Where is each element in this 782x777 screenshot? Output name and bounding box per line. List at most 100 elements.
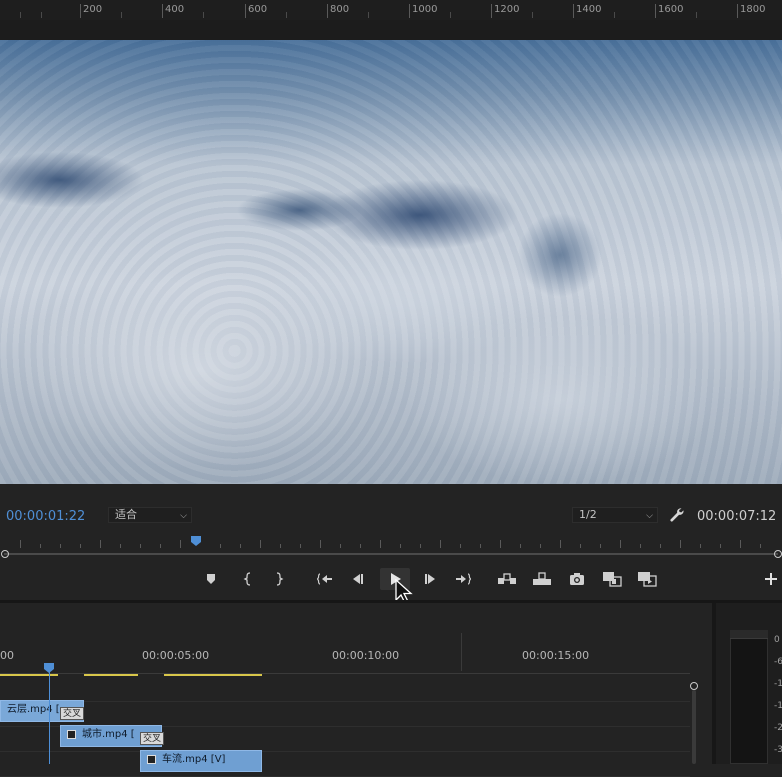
ruler-gutter bbox=[0, 20, 782, 40]
zoom-level-value: 适合 bbox=[115, 508, 137, 521]
scrub-tick bbox=[480, 544, 481, 548]
fx-badge-icon bbox=[147, 754, 156, 764]
scrub-tick bbox=[120, 544, 121, 548]
playback-resolution-select[interactable]: 1/2 ⌵ bbox=[572, 507, 658, 523]
add-button[interactable] bbox=[759, 568, 782, 590]
fx-badge-icon bbox=[67, 729, 76, 739]
timeline-playhead[interactable] bbox=[43, 662, 55, 674]
ruler-label: 200 bbox=[83, 4, 103, 15]
scrub-tick bbox=[360, 544, 361, 548]
scrub-tick bbox=[660, 544, 661, 548]
scrub-tick bbox=[560, 540, 561, 548]
zoom-level-select[interactable]: 适合 ⌵ bbox=[108, 507, 192, 523]
ruler-label: 600 bbox=[248, 4, 268, 15]
step-back-button[interactable] bbox=[346, 568, 370, 590]
timeline-time-label: 00:00:15:00 bbox=[522, 649, 590, 662]
scrub-tick bbox=[760, 544, 761, 548]
audio-meter-peak bbox=[730, 630, 768, 639]
track-row bbox=[0, 751, 690, 777]
scrub-tick bbox=[380, 540, 381, 548]
scrub-tick bbox=[340, 544, 341, 548]
ruler-label: 1200 bbox=[494, 4, 520, 15]
ruler-label: 1000 bbox=[412, 4, 438, 15]
scrub-tick bbox=[420, 544, 421, 548]
transition-tag[interactable]: 交叉 bbox=[140, 732, 165, 745]
ruler-minor-tick bbox=[203, 12, 204, 18]
plus-icon bbox=[765, 573, 777, 585]
ruler-minor-tick bbox=[368, 12, 369, 18]
overwrite-button[interactable] bbox=[530, 568, 554, 590]
mark-in-button[interactable] bbox=[236, 568, 260, 590]
ruler-tick bbox=[80, 4, 81, 18]
audio-meter bbox=[730, 630, 768, 764]
scrub-tick bbox=[620, 540, 621, 548]
scrub-tick bbox=[520, 544, 521, 548]
meter-label: -6 bbox=[774, 657, 782, 667]
timeline-time-label: 00:00:10:00 bbox=[332, 649, 400, 662]
wrench-icon[interactable] bbox=[668, 506, 686, 524]
ruler-tick bbox=[491, 4, 492, 18]
scrub-tick bbox=[40, 544, 41, 548]
overwrite-icon bbox=[533, 572, 551, 585]
go-to-out-button[interactable] bbox=[451, 568, 475, 590]
scrub-tick bbox=[140, 544, 141, 548]
meter-label: -2 bbox=[774, 723, 782, 733]
monitor-time-ruler[interactable] bbox=[0, 538, 782, 550]
comparison-view-button[interactable] bbox=[600, 568, 624, 590]
program-monitor-video[interactable] bbox=[0, 40, 782, 484]
scrub-tick bbox=[240, 544, 241, 548]
ruler-minor-tick bbox=[20, 12, 21, 18]
ruler-minor-tick bbox=[696, 12, 697, 18]
ruler-tick bbox=[655, 4, 656, 18]
monitor-playhead[interactable] bbox=[190, 535, 202, 547]
mark-out-icon bbox=[276, 572, 284, 586]
scrub-tick bbox=[60, 544, 61, 548]
comparison-view-icon bbox=[603, 572, 622, 587]
meter-label: 0 bbox=[774, 635, 780, 645]
scrub-tick bbox=[720, 544, 721, 548]
step-forward-icon bbox=[425, 574, 435, 584]
zoom-scroll-handle-left[interactable] bbox=[1, 550, 9, 558]
insert-button[interactable] bbox=[495, 568, 519, 590]
scrub-tick bbox=[580, 544, 581, 548]
scrub-tick bbox=[460, 544, 461, 548]
ruler-tick bbox=[737, 4, 738, 18]
camera-icon bbox=[570, 573, 584, 585]
go-to-in-icon bbox=[317, 573, 332, 585]
timeline-time-label: 00:00:05:00 bbox=[142, 649, 210, 662]
ruler-label: 1800 bbox=[740, 4, 766, 15]
clip-label: 云层.mp4 [ bbox=[7, 704, 60, 715]
marker-icon bbox=[207, 574, 215, 584]
proxy-toggle-button[interactable] bbox=[635, 568, 659, 590]
scrub-tick bbox=[260, 540, 261, 548]
scrollbar-handle[interactable] bbox=[690, 682, 698, 690]
scrub-tick bbox=[680, 540, 681, 548]
add-marker-button[interactable] bbox=[199, 568, 223, 590]
transition-tag[interactable]: 交叉 bbox=[60, 707, 85, 720]
ruler-minor-tick bbox=[614, 12, 615, 18]
ruler-tick bbox=[327, 4, 328, 18]
scrub-tick bbox=[160, 544, 161, 548]
scrub-tick bbox=[220, 544, 221, 548]
mark-out-button[interactable] bbox=[267, 568, 291, 590]
scrub-tick bbox=[400, 544, 401, 548]
timeline-vertical-scrollbar[interactable] bbox=[692, 690, 696, 764]
zoom-scroll-handle-right[interactable] bbox=[774, 550, 782, 558]
scrub-tick bbox=[20, 540, 21, 548]
scrub-tick bbox=[440, 540, 441, 548]
playhead-timecode[interactable]: 00:00:01:22 bbox=[6, 509, 85, 524]
timeline-clip[interactable]: 车流.mp4 [V] bbox=[140, 750, 262, 772]
duration-timecode: 00:00:07:12 bbox=[697, 509, 777, 524]
ruler-minor-tick bbox=[41, 12, 42, 18]
go-to-in-button[interactable] bbox=[313, 568, 337, 590]
meter-label: -3 bbox=[774, 745, 782, 755]
export-frame-button[interactable] bbox=[565, 568, 589, 590]
ruler-minor-tick bbox=[450, 12, 451, 18]
ruler-tick bbox=[409, 4, 410, 18]
scrub-tick bbox=[80, 544, 81, 548]
scrub-tick bbox=[540, 544, 541, 548]
step-forward-button[interactable] bbox=[418, 568, 442, 590]
scrub-tick bbox=[740, 540, 741, 548]
zoom-scroll-bar[interactable] bbox=[4, 553, 778, 555]
scrub-tick bbox=[700, 544, 701, 548]
